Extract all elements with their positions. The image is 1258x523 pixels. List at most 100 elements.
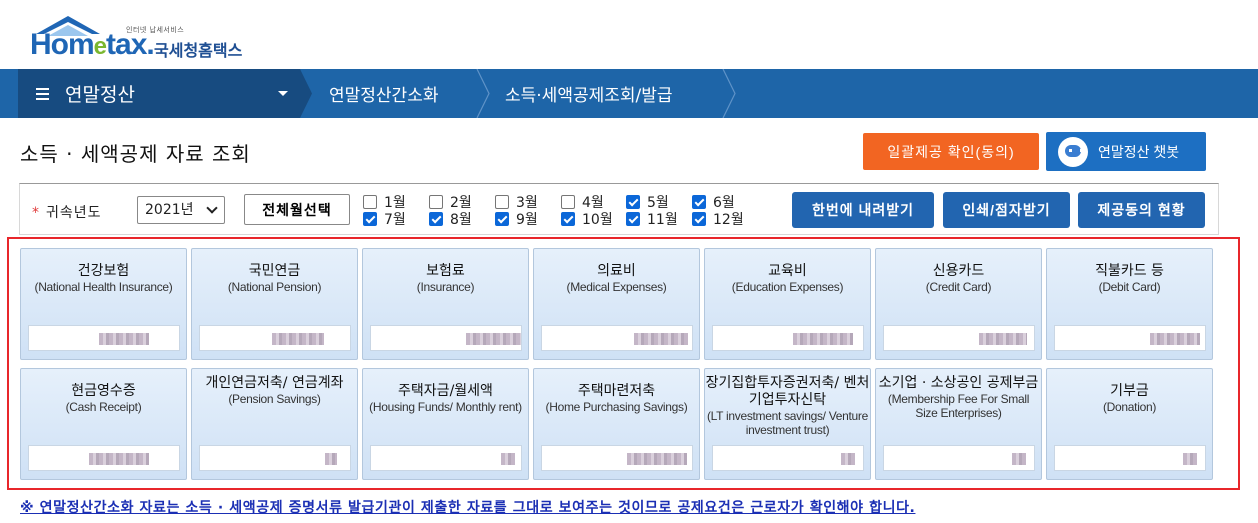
redacted-amount [1012, 453, 1026, 465]
deduction-tile-english: (LT investment savings/ Venture investme… [706, 409, 868, 437]
attribution-year-label: * 귀속년도 [32, 205, 102, 221]
deduction-amount-field [712, 325, 864, 351]
consent-status-button[interactable]: 제공동의 현황 [1078, 192, 1205, 228]
chatbot-button[interactable]: 연말정산 챗봇 [1046, 132, 1206, 171]
deduction-tile-title: 소기업 · 소상공인 공제부금 [878, 375, 1039, 391]
deduction-tile[interactable]: 국민연금 (National Pension) [191, 248, 358, 360]
page-title: 소득 · 세액공제 자료 조회 [20, 142, 251, 166]
deduction-tile-english: (Home Purchasing Savings) [545, 400, 688, 414]
month-checkbox-item[interactable]: 5월 [626, 194, 669, 211]
deduction-tile[interactable]: 기부금 (Donation) [1046, 368, 1213, 480]
deduction-tile-title: 국민연금 [248, 263, 301, 279]
deduction-tile-english: (Medical Expenses) [566, 280, 667, 294]
deduction-tile-title: 주택마련저축 [577, 383, 656, 399]
month-checkbox-item[interactable]: 12월 [692, 211, 744, 228]
checked-checkbox-icon[interactable] [626, 195, 640, 209]
deduction-tile[interactable]: 신용카드 (Credit Card) [875, 248, 1042, 360]
month-checkbox-item[interactable]: 11월 [626, 211, 678, 228]
print-braille-button[interactable]: 인쇄/점자받기 [943, 192, 1070, 228]
deduction-amount-field [370, 325, 522, 351]
checked-checkbox-icon[interactable] [692, 212, 706, 226]
main-menu-dropdown[interactable]: 연말정산 [18, 69, 300, 118]
deduction-amount-field [883, 325, 1035, 351]
deduction-tile[interactable]: 주택마련저축 (Home Purchasing Savings) [533, 368, 700, 480]
year-select-value: 2021년 [145, 202, 194, 218]
month-checkbox-item[interactable]: 1월 [363, 194, 406, 211]
deduction-tile-title: 현금영수증 [71, 383, 136, 399]
deduction-amount-field [28, 445, 180, 471]
deduction-tile-title: 주택자금/월세액 [398, 383, 493, 399]
unchecked-checkbox-icon[interactable] [363, 195, 377, 209]
redacted-amount [1150, 333, 1200, 345]
month-checkbox-item[interactable]: 4월 [561, 194, 604, 211]
checked-checkbox-icon[interactable] [692, 195, 706, 209]
breadcrumb-separator-icon [300, 69, 312, 118]
redacted-amount [1183, 453, 1197, 465]
deduction-tile[interactable]: 현금영수증 (Cash Receipt) [20, 368, 187, 480]
redacted-amount [466, 333, 521, 345]
deduction-tile[interactable]: 개인연금저축/ 연금계좌 (Pension Savings) [191, 368, 358, 480]
download-all-button[interactable]: 한번에 내려받기 [792, 192, 934, 228]
hamburger-icon [36, 87, 49, 100]
deduction-tile[interactable]: 건강보험 (National Health Insurance) [20, 248, 187, 360]
checked-checkbox-icon[interactable] [363, 212, 377, 226]
unchecked-checkbox-icon[interactable] [429, 195, 443, 209]
deduction-amount-field [883, 445, 1035, 471]
deduction-tile-title: 건강보험 [77, 263, 130, 279]
month-label: 12월 [713, 212, 744, 228]
year-select[interactable]: 2021년 [137, 196, 225, 224]
deduction-tile-english: (Membership Fee For Small Size Enterpris… [887, 392, 1030, 420]
month-label: 8월 [450, 212, 472, 228]
deduction-tile[interactable]: 장기집합투자증권저축/ 벤처기업투자신탁 (LT investment savin… [704, 368, 871, 480]
deduction-tile-title: 교육비 [768, 263, 807, 279]
month-checkbox-item[interactable]: 7월 [363, 211, 406, 228]
deduction-tile-english: (Education Expenses) [731, 280, 844, 294]
month-label: 7월 [384, 212, 406, 228]
unchecked-checkbox-icon[interactable] [495, 195, 509, 209]
checked-checkbox-icon[interactable] [626, 212, 640, 226]
deduction-amount-field [1054, 445, 1206, 471]
redacted-amount [841, 453, 855, 465]
breadcrumb-item-simplified-service[interactable]: 연말정산간소화 [329, 69, 438, 118]
chatbot-icon [1058, 136, 1088, 167]
logo-wordmark: Hometax. [30, 28, 155, 61]
unchecked-checkbox-icon[interactable] [561, 195, 575, 209]
month-checkbox-item[interactable]: 6월 [692, 194, 735, 211]
deduction-amount-field [541, 445, 693, 471]
checked-checkbox-icon[interactable] [561, 212, 575, 226]
breadcrumb-separator-icon [722, 69, 736, 118]
deduction-tile[interactable]: 교육비 (Education Expenses) [704, 248, 871, 360]
deduction-tile[interactable]: 의료비 (Medical Expenses) [533, 248, 700, 360]
deduction-tile-title: 장기집합투자증권저축/ 벤처기업투자신탁 [705, 375, 870, 408]
deduction-tile-title: 보험료 [426, 263, 465, 279]
redacted-amount [793, 333, 853, 345]
hometax-logo[interactable]: 인터넷 납세서비스 Hometax. 국세청홈택스 [30, 8, 270, 64]
checked-checkbox-icon[interactable] [495, 212, 509, 226]
month-checkbox-item[interactable]: 3월 [495, 194, 538, 211]
checked-checkbox-icon[interactable] [429, 212, 443, 226]
deduction-amount-field [370, 445, 522, 471]
redacted-amount [325, 453, 337, 465]
breadcrumb-item-deduction-lookup[interactable]: 소득·세액공제조회/발급 [505, 69, 673, 118]
required-marker: * [32, 205, 40, 221]
deduction-tile[interactable]: 직불카드 등 (Debit Card) [1046, 248, 1213, 360]
deduction-amount-field [712, 445, 864, 471]
month-checkbox-item[interactable]: 2월 [429, 194, 472, 211]
deduction-tile[interactable]: 소기업 · 소상공인 공제부금 (Membership Fee For Small… [875, 368, 1042, 480]
month-checkbox-item[interactable]: 8월 [429, 211, 472, 228]
month-label: 9월 [516, 212, 538, 228]
month-checkbox-item[interactable]: 9월 [495, 211, 538, 228]
month-checkbox-item[interactable]: 10월 [561, 211, 613, 228]
select-all-months-button[interactable]: 전체월선택 [244, 194, 350, 225]
deduction-tile-title: 신용카드 [932, 263, 985, 279]
deduction-amount-field [28, 325, 180, 351]
deduction-tile-title: 개인연금저축/ 연금계좌 [205, 375, 344, 391]
deduction-tile[interactable]: 보험료 (Insurance) [362, 248, 529, 360]
deduction-tile[interactable]: 주택자금/월세액 (Housing Funds/ Monthly rent) [362, 368, 529, 480]
chatbot-button-label: 연말정산 챗봇 [1098, 143, 1180, 160]
deduction-tile-title: 직불카드 등 [1095, 263, 1164, 279]
deduction-tile-english: (Cash Receipt) [65, 400, 142, 414]
consent-confirm-button[interactable]: 일괄제공 확인(동의) [863, 133, 1039, 170]
deduction-tile-english: (Pension Savings) [228, 392, 321, 406]
top-nav-bar: 연말정산 연말정산간소화 소득·세액공제조회/발급 [0, 69, 1258, 118]
